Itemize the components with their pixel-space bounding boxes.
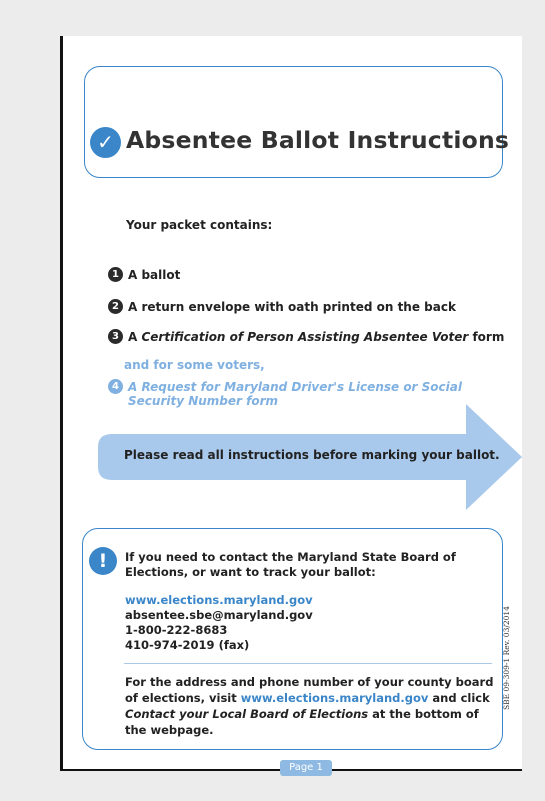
packet-item-text: A return envelope with oath printed on t… xyxy=(128,300,456,314)
packet-item-2: 2 A return envelope with oath printed on… xyxy=(108,299,456,314)
some-voters-note: and for some voters, xyxy=(124,358,265,372)
exclamation-icon: ! xyxy=(89,547,117,575)
phone-number: 1-800-222-8683 xyxy=(125,623,228,637)
local-board-instruction: Contact your Local Board of Elections xyxy=(125,707,369,721)
form-name: Certification of Person Assisting Absent… xyxy=(141,330,469,344)
arrow-instruction: Please read all instructions before mark… xyxy=(124,448,500,462)
website-link[interactable]: www.elections.maryland.gov xyxy=(241,691,429,705)
page-number-label: Page 1 xyxy=(280,760,332,776)
page-title: Absentee Ballot Instructions xyxy=(126,126,510,154)
number-4-icon: 4 xyxy=(108,379,123,394)
text-part: and click xyxy=(428,691,490,705)
divider xyxy=(124,663,492,664)
text-part: A xyxy=(128,330,142,344)
website-link[interactable]: www.elections.maryland.gov xyxy=(125,593,313,608)
text-part: form xyxy=(468,330,505,344)
packet-item-text: A Certification of Person Assisting Abse… xyxy=(128,330,504,344)
form-identifier: SBE 09-309-1 Rev. 03/2014 xyxy=(502,606,511,710)
packet-heading: Your packet contains: xyxy=(126,218,273,232)
number-2-icon: 2 xyxy=(108,299,123,314)
packet-item-3: 3 A Certification of Person Assisting Ab… xyxy=(108,329,504,344)
county-board-note: For the address and phone number of your… xyxy=(125,674,497,738)
checkmark-icon: ✓ xyxy=(90,127,121,158)
title-box xyxy=(84,66,503,178)
packet-item-text: A ballot xyxy=(128,268,181,282)
contact-details: www.elections.maryland.gov absentee.sbe@… xyxy=(125,593,313,653)
document-page: ✓ Absentee Ballot Instructions Your pack… xyxy=(60,36,522,776)
number-3-icon: 3 xyxy=(108,329,123,344)
number-1-icon: 1 xyxy=(108,267,123,282)
contact-heading: If you need to contact the Maryland Stat… xyxy=(125,550,456,579)
packet-item-1: 1 A ballot xyxy=(108,267,181,282)
email-address: absentee.sbe@maryland.gov xyxy=(125,608,313,622)
fax-number: 410-974-2019 (fax) xyxy=(125,638,250,652)
page-left-border xyxy=(60,36,63,771)
